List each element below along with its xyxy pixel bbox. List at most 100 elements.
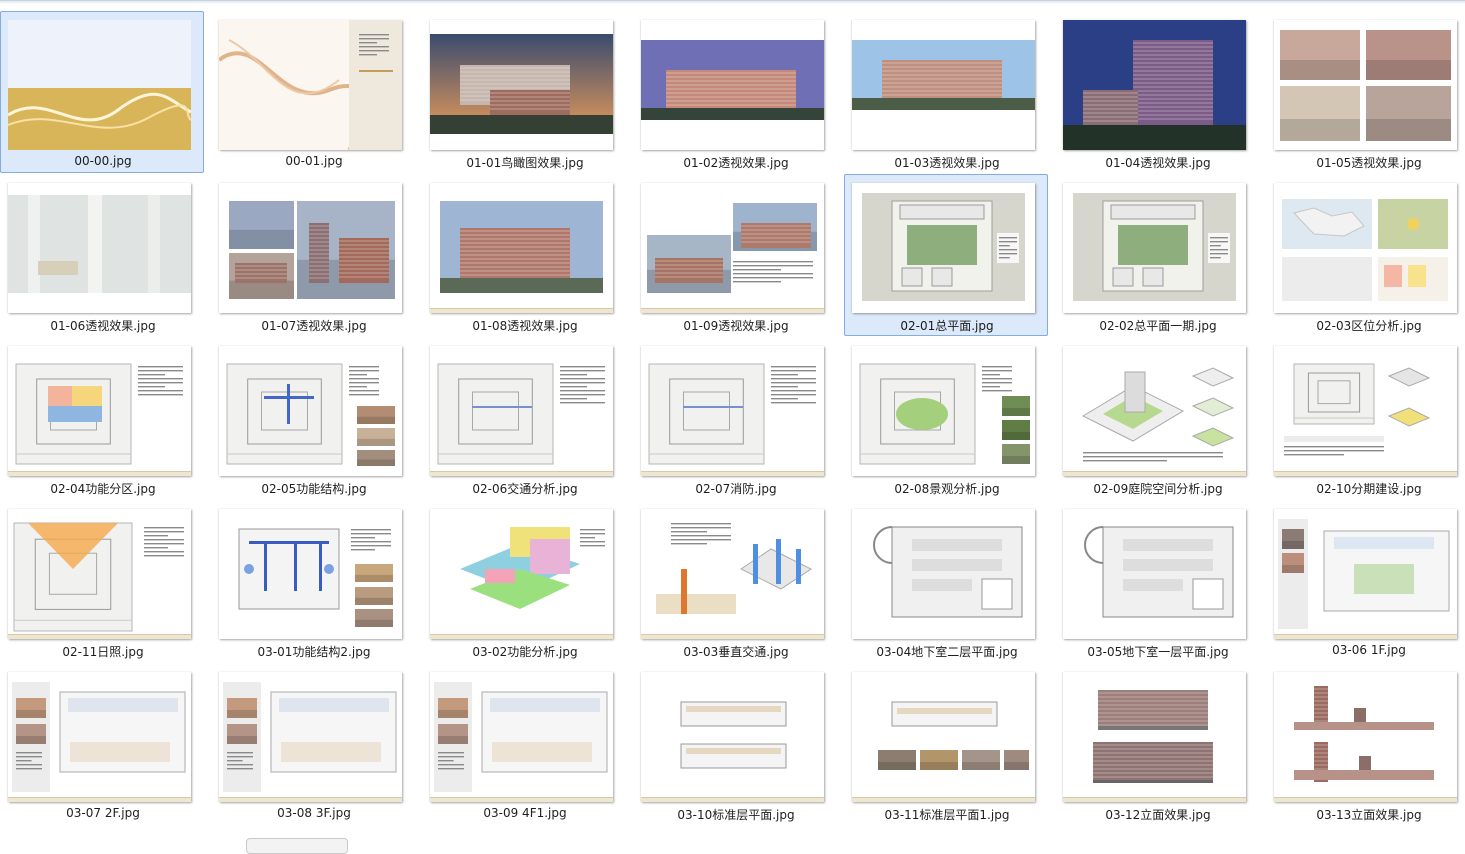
file-thumbnail-image — [219, 509, 402, 639]
file-thumbnail-item[interactable]: 03-02功能分析.jpg — [422, 500, 626, 662]
file-thumbnail-item[interactable]: 03-13立面效果.jpg — [1266, 663, 1465, 825]
file-thumbnail-item[interactable]: 03-07 2F.jpg — [0, 663, 204, 825]
file-name-label: 03-02功能分析.jpg — [472, 645, 578, 659]
file-name-label: 02-08景观分析.jpg — [894, 482, 1000, 496]
file-thumbnail-item[interactable]: 02-08景观分析.jpg — [844, 337, 1048, 499]
file-thumbnail-image — [1063, 509, 1246, 639]
file-thumbnail-image — [430, 672, 613, 802]
file-name-label: 03-09 4F1.jpg — [483, 806, 567, 820]
file-thumbnail-image — [219, 346, 402, 476]
file-name-label: 01-06透视效果.jpg — [50, 319, 156, 333]
file-thumbnail-image — [1063, 183, 1246, 313]
file-thumbnail-image — [8, 20, 191, 150]
file-thumbnail-item[interactable]: 00-01.jpg — [211, 11, 415, 173]
file-name-label: 03-07 2F.jpg — [66, 806, 140, 820]
file-thumbnail-item[interactable]: 02-06交通分析.jpg — [422, 337, 626, 499]
file-name-label: 02-09庭院空间分析.jpg — [1093, 482, 1223, 496]
file-thumbnail-image — [641, 20, 824, 150]
file-thumbnail-item[interactable]: 03-11标准层平面1.jpg — [844, 663, 1048, 825]
file-name-label: 02-07消防.jpg — [695, 482, 777, 496]
file-name-label: 01-08透视效果.jpg — [472, 319, 578, 333]
file-name-label: 01-02透视效果.jpg — [683, 156, 789, 170]
file-thumbnail-item[interactable]: 01-02透视效果.jpg — [633, 11, 837, 173]
file-thumbnail-image — [641, 672, 824, 802]
file-thumbnail-image — [1274, 183, 1457, 313]
file-thumbnail-image — [8, 509, 191, 639]
file-name-label: 00-01.jpg — [285, 154, 343, 168]
file-thumbnail-image — [852, 509, 1035, 639]
file-name-label: 03-12立面效果.jpg — [1105, 808, 1211, 822]
file-thumbnail-image — [852, 346, 1035, 476]
file-thumbnail-item[interactable]: 03-06 1F.jpg — [1266, 500, 1465, 662]
file-thumbnail-item[interactable]: 03-09 4F1.jpg — [422, 663, 626, 825]
file-thumbnail-item[interactable]: 02-05功能结构.jpg — [211, 337, 415, 499]
file-thumbnail-image — [641, 509, 824, 639]
file-name-label: 03-04地下室二层平面.jpg — [876, 645, 1018, 659]
file-thumbnail-item[interactable]: 03-12立面效果.jpg — [1055, 663, 1259, 825]
file-thumbnail-image — [852, 20, 1035, 150]
file-thumbnail-item[interactable]: 02-07消防.jpg — [633, 337, 837, 499]
file-thumbnail-image — [430, 20, 613, 150]
thumbnail-grid: 00-00.jpg 00-01.jpg 01-01鸟瞰图效果.jpg 01-02透视效… — [0, 0, 1465, 848]
file-thumbnail-item[interactable]: 01-07透视效果.jpg — [211, 174, 415, 336]
file-thumbnail-item[interactable]: 02-11日照.jpg — [0, 500, 204, 662]
file-thumbnail-image — [219, 183, 402, 313]
file-thumbnail-item[interactable]: 03-01功能结构2.jpg — [211, 500, 415, 662]
file-thumbnail-image — [430, 346, 613, 476]
file-thumbnail-image — [1063, 672, 1246, 802]
file-thumbnail-item[interactable]: 02-04功能分区.jpg — [0, 337, 204, 499]
file-thumbnail-item[interactable]: 01-03透视效果.jpg — [844, 11, 1048, 173]
file-name-label: 01-09透视效果.jpg — [683, 319, 789, 333]
file-thumbnail-item[interactable]: 02-01总平面.jpg — [844, 174, 1048, 336]
file-name-label: 02-11日照.jpg — [62, 645, 144, 659]
file-thumbnail-item[interactable]: 01-04透视效果.jpg — [1055, 11, 1259, 173]
file-thumbnail-image — [1274, 672, 1457, 802]
file-thumbnail-image — [1274, 509, 1457, 639]
file-name-label: 03-06 1F.jpg — [1332, 643, 1406, 657]
file-name-label: 03-11标准层平面1.jpg — [884, 808, 1010, 822]
file-thumbnail-item[interactable]: 01-08透视效果.jpg — [422, 174, 626, 336]
file-name-label: 01-04透视效果.jpg — [1105, 156, 1211, 170]
file-name-label: 02-05功能结构.jpg — [261, 482, 367, 496]
file-thumbnail-image — [852, 183, 1035, 313]
file-thumbnail-item[interactable]: 03-08 3F.jpg — [211, 663, 415, 825]
file-name-label: 01-01鸟瞰图效果.jpg — [466, 156, 584, 170]
file-thumbnail-item[interactable]: 02-03区位分析.jpg — [1266, 174, 1465, 336]
file-thumbnail-item[interactable]: 01-06透视效果.jpg — [0, 174, 204, 336]
file-thumbnail-image — [1063, 346, 1246, 476]
file-name-label: 02-04功能分区.jpg — [50, 482, 156, 496]
file-name-label: 02-01总平面.jpg — [900, 319, 994, 333]
file-name-label: 02-03区位分析.jpg — [1316, 319, 1422, 333]
file-thumbnail-item[interactable]: 03-03垂直交通.jpg — [633, 500, 837, 662]
file-name-label: 03-10标准层平面.jpg — [677, 808, 795, 822]
file-name-label: 03-08 3F.jpg — [277, 806, 351, 820]
file-name-label: 02-06交通分析.jpg — [472, 482, 578, 496]
file-thumbnail-image — [641, 346, 824, 476]
file-thumbnail-image — [1274, 20, 1457, 150]
file-thumbnail-item[interactable]: 02-02总平面一期.jpg — [1055, 174, 1259, 336]
file-thumbnail-item[interactable]: 02-09庭院空间分析.jpg — [1055, 337, 1259, 499]
file-thumbnail-item[interactable]: 02-10分期建设.jpg — [1266, 337, 1465, 499]
file-name-label: 03-01功能结构2.jpg — [257, 645, 371, 659]
file-thumbnail-image — [852, 672, 1035, 802]
file-thumbnail-item[interactable]: 03-10标准层平面.jpg — [633, 663, 837, 825]
file-thumbnail-image — [641, 183, 824, 313]
file-thumbnail-image — [8, 346, 191, 476]
file-thumbnail-image — [430, 509, 613, 639]
file-thumbnail-item[interactable]: 00-00.jpg — [0, 11, 204, 173]
file-name-label: 02-02总平面一期.jpg — [1099, 319, 1217, 333]
file-thumbnail-image — [8, 183, 191, 313]
file-thumbnail-item[interactable]: 03-04地下室二层平面.jpg — [844, 500, 1048, 662]
file-name-label: 01-03透视效果.jpg — [894, 156, 1000, 170]
file-name-label: 01-05透视效果.jpg — [1316, 156, 1422, 170]
file-thumbnail-item[interactable]: 01-05透视效果.jpg — [1266, 11, 1465, 173]
file-thumbnail-image — [1063, 20, 1246, 150]
horizontal-scroll-thumb[interactable] — [246, 838, 348, 854]
file-name-label: 01-07透视效果.jpg — [261, 319, 367, 333]
file-thumbnail-item[interactable]: 01-09透视效果.jpg — [633, 174, 837, 336]
file-thumbnail-image — [1274, 346, 1457, 476]
file-name-label: 03-13立面效果.jpg — [1316, 808, 1422, 822]
file-thumbnail-item[interactable]: 03-05地下室一层平面.jpg — [1055, 500, 1259, 662]
file-name-label: 00-00.jpg — [74, 154, 132, 168]
file-thumbnail-item[interactable]: 01-01鸟瞰图效果.jpg — [422, 11, 626, 173]
